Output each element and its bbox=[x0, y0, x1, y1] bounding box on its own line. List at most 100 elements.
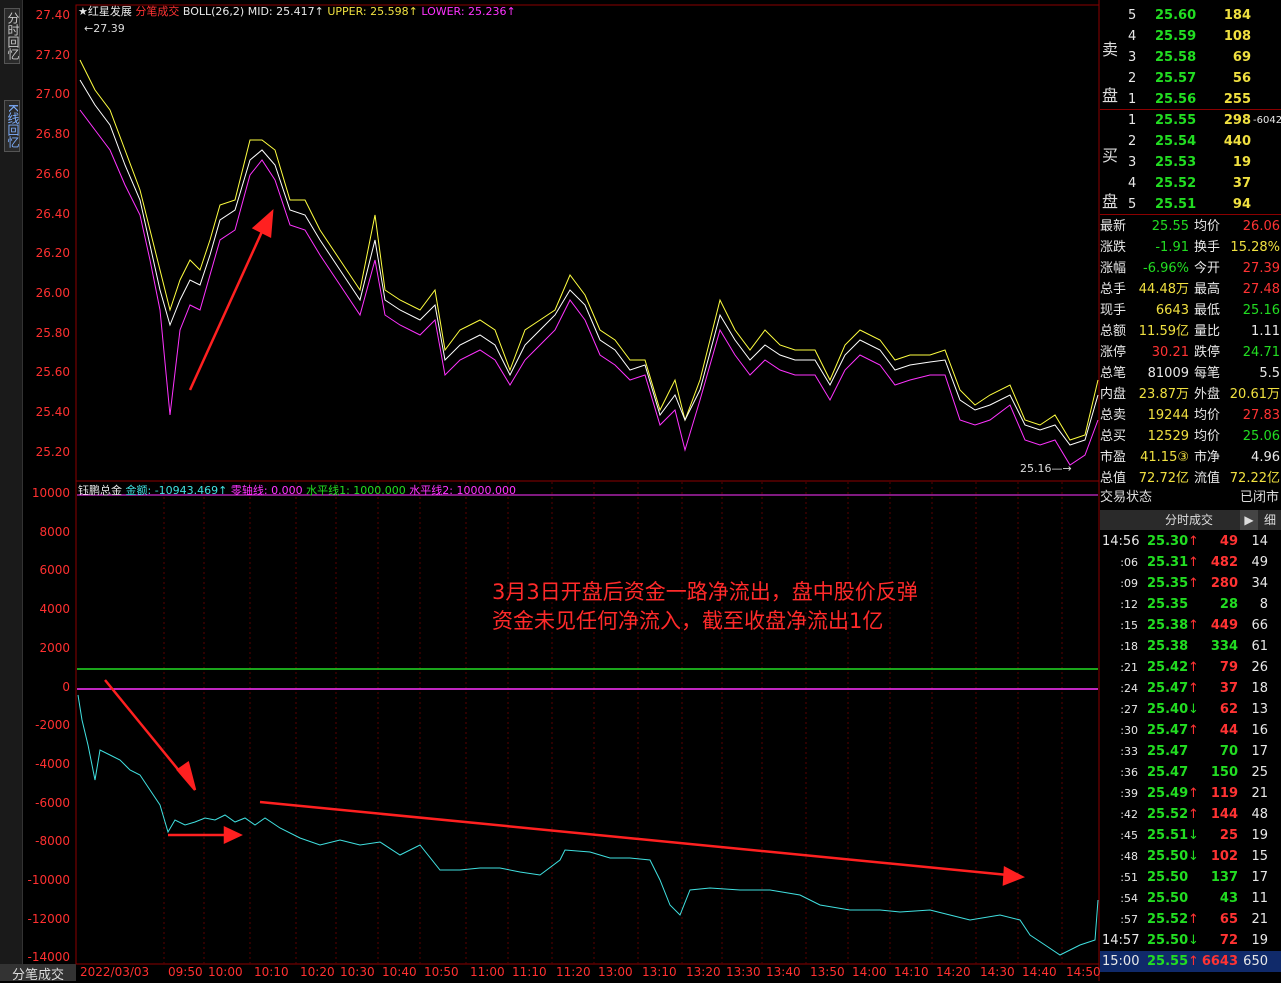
tick-row[interactable]: 14:56 25.30 ↑ 49 14 bbox=[1100, 531, 1281, 552]
tick-row[interactable]: :54 25.50 43 11 bbox=[1100, 888, 1281, 909]
stat-value: 41.15③ bbox=[1140, 450, 1189, 465]
stat-label: 总值 bbox=[1100, 471, 1127, 486]
stat-label: 市盈 bbox=[1100, 450, 1127, 465]
detail-button[interactable]: 细 bbox=[1260, 510, 1280, 530]
tick-time: :09 bbox=[1120, 577, 1138, 590]
time-tick: 11:00 bbox=[470, 965, 505, 979]
tick-row[interactable]: :57 25.52 ↑ 65 21 bbox=[1100, 909, 1281, 930]
tick-row[interactable]: :30 25.47 ↑ 44 16 bbox=[1100, 720, 1281, 741]
sell-level[interactable]: 1 25.56 255 bbox=[1100, 89, 1281, 110]
tick-row[interactable]: :18 25.38 334 61 bbox=[1100, 636, 1281, 657]
tick-volume: 28 bbox=[1219, 597, 1238, 612]
stat-row: 涨跌 -1.91 换手 15.28% bbox=[1100, 237, 1281, 258]
stat-row: 涨停 30.21 跌停 24.71 bbox=[1100, 342, 1281, 363]
tick-row[interactable]: :24 25.47 ↑ 37 18 bbox=[1100, 678, 1281, 699]
price-panel-border bbox=[75, 4, 1100, 482]
stat-row: 涨幅 -6.96% 今开 27.39 bbox=[1100, 258, 1281, 279]
sell-level[interactable]: 5 25.60 184 bbox=[1100, 5, 1281, 26]
price-tick: 26.20 bbox=[35, 246, 70, 261]
sell-level[interactable]: 4 25.59 108 bbox=[1100, 26, 1281, 47]
stat-row: 总卖 19244 均价 27.83 bbox=[1100, 405, 1281, 426]
tick-row[interactable]: :27 25.40 ↓ 62 13 bbox=[1100, 699, 1281, 720]
buy-level[interactable]: 5 25.51 94 bbox=[1100, 194, 1281, 215]
stat-value: 19244 bbox=[1147, 408, 1189, 423]
level-price: 25.58 bbox=[1155, 50, 1197, 65]
buy-level[interactable]: 1 25.55 298 -6042 bbox=[1100, 110, 1281, 131]
stat-value: 5.5 bbox=[1259, 366, 1280, 381]
money-tick: -12000 bbox=[27, 911, 70, 926]
tick-row[interactable]: :33 25.47 70 17 bbox=[1100, 741, 1281, 762]
trade-status-label: 交易状态 bbox=[1100, 490, 1153, 505]
tick-price: 25.50 bbox=[1147, 870, 1189, 885]
arrow-down-icon: ↓ bbox=[1188, 702, 1199, 717]
stat-value: -6.96% bbox=[1143, 261, 1189, 276]
stat-row: 总手 44.48万 最高 27.48 bbox=[1100, 279, 1281, 300]
trade-status-value: 已闭市 bbox=[1239, 490, 1279, 505]
level-index: 1 bbox=[1128, 92, 1137, 107]
indicator-amount: 金额: -10943.469↑ bbox=[125, 484, 228, 497]
stat-value: 25.55 bbox=[1151, 219, 1189, 234]
tick-row[interactable]: :45 25.51 ↓ 25 19 bbox=[1100, 825, 1281, 846]
tick-row[interactable]: :42 25.52 ↑ 144 48 bbox=[1100, 804, 1281, 825]
stat-label: 总手 bbox=[1100, 282, 1127, 297]
time-tick: 13:20 bbox=[686, 965, 721, 979]
mode-label[interactable]: 分笔成交 bbox=[135, 5, 179, 18]
tick-row[interactable]: :21 25.42 ↑ 79 26 bbox=[1100, 657, 1281, 678]
ticks-title[interactable]: 分时成交 bbox=[1165, 510, 1213, 530]
tick-price: 25.47 bbox=[1147, 765, 1189, 780]
stat-label: 跌停 bbox=[1194, 345, 1221, 360]
stat-value: 44.48万 bbox=[1138, 282, 1189, 297]
tick-row[interactable]: :15 25.38 ↑ 449 66 bbox=[1100, 615, 1281, 636]
tick-volume: 44 bbox=[1219, 723, 1238, 738]
stat-label: 涨跌 bbox=[1100, 240, 1127, 255]
buy-level[interactable]: 4 25.52 37 bbox=[1100, 173, 1281, 194]
time-tick: 14:40 bbox=[1022, 965, 1057, 979]
tick-time: :45 bbox=[1120, 829, 1138, 842]
time-tick: 14:00 bbox=[852, 965, 887, 979]
price-tick: 26.40 bbox=[35, 206, 70, 221]
tick-price: 25.50 bbox=[1147, 849, 1189, 864]
tick-row[interactable]: :51 25.50 137 17 bbox=[1100, 867, 1281, 888]
tick-count: 21 bbox=[1251, 786, 1268, 801]
tick-row[interactable]: :36 25.47 150 25 bbox=[1100, 762, 1281, 783]
indicator-name[interactable]: 钰鹏总金 bbox=[78, 484, 122, 497]
tick-volume: 6643 bbox=[1201, 954, 1238, 969]
stat-label: 总笔 bbox=[1100, 366, 1127, 381]
arrow-up-icon: ↑ bbox=[1188, 786, 1199, 801]
level-volume: 440 bbox=[1223, 134, 1251, 149]
annotation-line-2: 资金未见任何净流入，截至收盘净流出1亿 bbox=[492, 609, 884, 633]
star-icon[interactable]: ★ bbox=[78, 5, 88, 18]
tick-price: 25.47 bbox=[1147, 744, 1189, 759]
money-tick: -14000 bbox=[27, 950, 70, 965]
tick-row[interactable]: 15:00 25.55 ↑ 6643 650 bbox=[1100, 951, 1281, 972]
buy-level[interactable]: 2 25.54 440 bbox=[1100, 131, 1281, 152]
buy-level[interactable]: 3 25.53 19 bbox=[1100, 152, 1281, 173]
level-index: 4 bbox=[1128, 176, 1137, 191]
stat-row: 最新 25.55 均价 26.06 bbox=[1100, 216, 1281, 237]
sell-level[interactable]: 3 25.58 69 bbox=[1100, 47, 1281, 68]
stat-value: 27.48 bbox=[1242, 282, 1280, 297]
tick-row[interactable]: :06 25.31 ↑ 482 49 bbox=[1100, 552, 1281, 573]
tick-time: :57 bbox=[1120, 913, 1138, 926]
stat-label: 市净 bbox=[1194, 450, 1221, 465]
tick-row[interactable]: 14:57 25.50 ↓ 72 19 bbox=[1100, 930, 1281, 951]
tick-row[interactable]: :12 25.35 28 8 bbox=[1100, 594, 1281, 615]
stat-value: 23.87万 bbox=[1138, 387, 1189, 402]
money-tick: -2000 bbox=[35, 718, 70, 733]
level-price: 25.55 bbox=[1155, 113, 1197, 128]
tick-row[interactable]: :09 25.35 ↑ 280 34 bbox=[1100, 573, 1281, 594]
stat-value: 27.83 bbox=[1242, 408, 1280, 423]
tick-count: 15 bbox=[1251, 849, 1268, 864]
tick-volume: 49 bbox=[1219, 534, 1238, 549]
play-icon[interactable]: ▶ bbox=[1240, 510, 1258, 530]
tick-row[interactable]: :39 25.49 ↑ 119 21 bbox=[1100, 783, 1281, 804]
tab-tick-trades[interactable]: 分笔成交 bbox=[0, 964, 76, 983]
stat-value: 11.59亿 bbox=[1138, 324, 1189, 339]
tick-count: 17 bbox=[1251, 870, 1268, 885]
level-index: 4 bbox=[1128, 29, 1137, 44]
tick-row[interactable]: :48 25.50 ↓ 102 15 bbox=[1100, 846, 1281, 867]
tick-price: 25.50 bbox=[1147, 891, 1189, 906]
price-tick: 25.40 bbox=[35, 405, 70, 419]
sell-level[interactable]: 2 25.57 56 bbox=[1100, 68, 1281, 89]
stat-label: 总买 bbox=[1100, 429, 1127, 444]
